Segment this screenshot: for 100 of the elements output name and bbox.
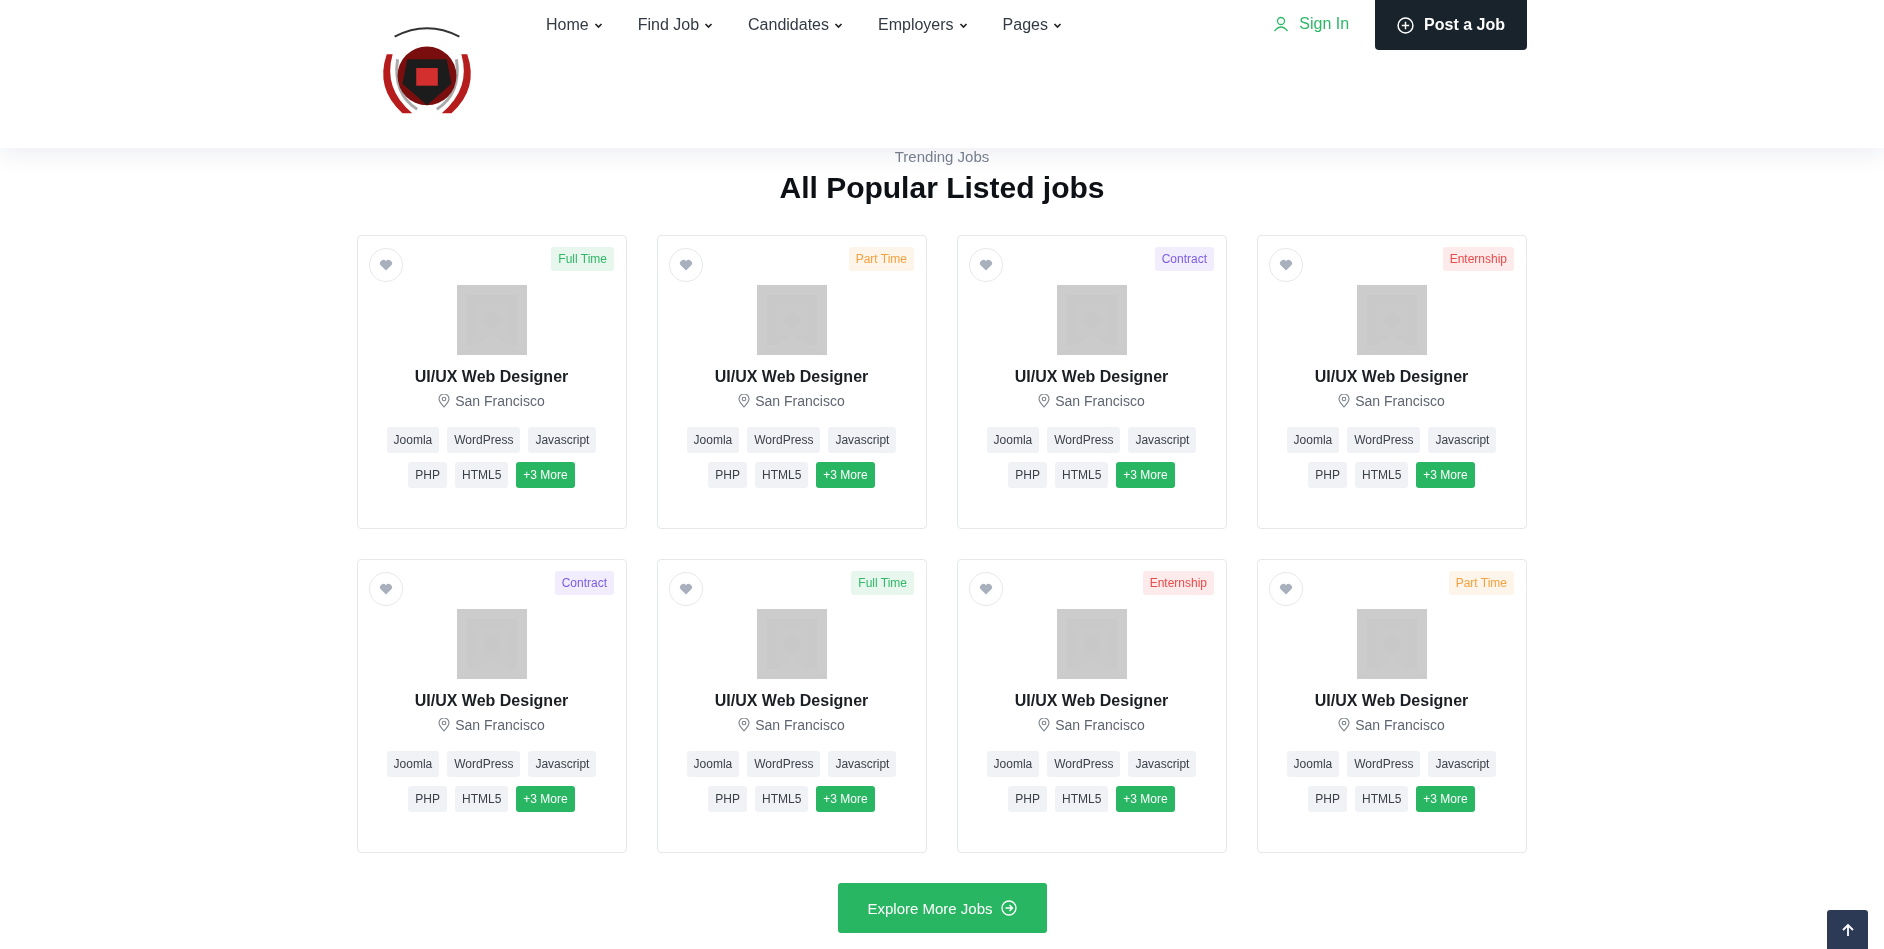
- job-type-badge: Full Time: [851, 571, 914, 595]
- job-type-badge: Part Time: [1448, 571, 1514, 595]
- heart-icon: [1279, 259, 1293, 271]
- heart-icon: [379, 259, 393, 271]
- skill-tag: PHP: [408, 786, 447, 812]
- skill-tag: Joomla: [386, 751, 440, 777]
- skill-tag: HTML5: [1355, 786, 1409, 812]
- skill-tag: WordPress: [1347, 427, 1421, 453]
- nav-link[interactable]: Candidates: [748, 16, 843, 34]
- arrow-right-circle-icon: [1000, 900, 1017, 916]
- skill-tag: WordPress: [447, 751, 521, 777]
- job-location: San Francisco: [1055, 717, 1145, 733]
- favorite-button[interactable]: [369, 248, 403, 282]
- skill-tag: Joomla: [386, 427, 440, 453]
- back-to-top-button[interactable]: [1827, 910, 1868, 949]
- skill-tag: Joomla: [986, 427, 1040, 453]
- skill-tag: WordPress: [747, 751, 821, 777]
- job-title[interactable]: UI/UX Web Designer: [1314, 368, 1469, 386]
- job-title[interactable]: UI/UX Web Designer: [414, 692, 569, 710]
- nav-link[interactable]: Employers: [878, 16, 968, 34]
- skill-tag: Javascript: [528, 751, 597, 777]
- heart-icon: [679, 583, 693, 595]
- favorite-button[interactable]: [969, 248, 1003, 282]
- skill-tag: Joomla: [686, 751, 740, 777]
- location-pin-icon: [738, 718, 751, 732]
- job-type-badge: Full Time: [551, 247, 614, 271]
- location-pin-icon: [1038, 394, 1051, 408]
- skill-tag: PHP: [708, 786, 747, 812]
- job-type-badge: Enternship: [1442, 247, 1514, 271]
- location-pin-icon: [438, 394, 451, 408]
- heart-icon: [379, 583, 393, 595]
- skill-tag: Javascript: [828, 751, 897, 777]
- job-title[interactable]: UI/UX Web Designer: [714, 692, 869, 710]
- job-title[interactable]: UI/UX Web Designer: [414, 368, 569, 386]
- location-pin-icon: [1338, 718, 1351, 732]
- job-location: San Francisco: [1355, 717, 1445, 733]
- location-pin-icon: [1038, 718, 1051, 732]
- nav-link[interactable]: Find Job: [637, 16, 714, 34]
- skill-tag: HTML5: [1355, 462, 1409, 488]
- heart-icon: [1279, 583, 1293, 595]
- job-location: San Francisco: [455, 393, 545, 409]
- job-type-badge: Contract: [554, 571, 614, 595]
- section-title: All Popular Listed jobs: [779, 171, 1105, 205]
- job-title[interactable]: UI/UX Web Designer: [714, 368, 869, 386]
- favorite-button[interactable]: [669, 248, 703, 282]
- skill-tag: HTML5: [755, 462, 809, 488]
- job-location: San Francisco: [755, 393, 845, 409]
- favorite-button[interactable]: [369, 572, 403, 606]
- skill-tag: Joomla: [686, 427, 740, 453]
- skill-tag: Javascript: [1128, 427, 1197, 453]
- skill-tag: Javascript: [1428, 751, 1497, 777]
- location-pin-icon: [438, 718, 451, 732]
- skill-tag: Javascript: [1428, 427, 1497, 453]
- skill-tag: Joomla: [1286, 427, 1340, 453]
- user-icon: [1273, 16, 1290, 32]
- nav-link[interactable]: Home: [546, 16, 603, 34]
- skill-tag: PHP: [408, 462, 447, 488]
- favorite-button[interactable]: [969, 572, 1003, 606]
- favorite-button[interactable]: [669, 572, 703, 606]
- job-location: San Francisco: [1055, 393, 1145, 409]
- location-pin-icon: [1338, 394, 1351, 408]
- skill-tag: Javascript: [828, 427, 897, 453]
- skill-tag: Joomla: [986, 751, 1040, 777]
- skill-tag: HTML5: [455, 786, 509, 812]
- job-type-badge: Enternship: [1142, 571, 1214, 595]
- favorite-button[interactable]: [1269, 572, 1303, 606]
- skill-tag: PHP: [1008, 786, 1047, 812]
- skill-tag: PHP: [1008, 462, 1047, 488]
- job-type-badge: Part Time: [848, 247, 914, 271]
- skill-tag: WordPress: [447, 427, 521, 453]
- skill-tag: HTML5: [755, 786, 809, 812]
- skill-tag: WordPress: [1047, 751, 1121, 777]
- nav-link[interactable]: Pages: [1002, 16, 1062, 34]
- heart-icon: [979, 583, 993, 595]
- skill-tag: Javascript: [1128, 751, 1197, 777]
- job-title[interactable]: UI/UX Web Designer: [1014, 368, 1169, 386]
- job-location: San Francisco: [1355, 393, 1445, 409]
- job-title[interactable]: UI/UX Web Designer: [1014, 692, 1169, 710]
- job-location: San Francisco: [755, 717, 845, 733]
- post-job-button[interactable]: Post a Job: [1375, 0, 1527, 50]
- skill-tag: PHP: [1308, 786, 1347, 812]
- skill-tag: WordPress: [1047, 427, 1121, 453]
- favorite-button[interactable]: [1269, 248, 1303, 282]
- heart-icon: [679, 259, 693, 271]
- skill-tag: Joomla: [1286, 751, 1340, 777]
- skill-tag: PHP: [708, 462, 747, 488]
- job-location: San Francisco: [455, 717, 545, 733]
- plus-circle-icon: [1397, 16, 1415, 34]
- heart-icon: [979, 259, 993, 271]
- job-type-badge: Contract: [1154, 247, 1214, 271]
- section-subtitle: Trending Jobs: [894, 148, 990, 165]
- skill-tag: WordPress: [747, 427, 821, 453]
- location-pin-icon: [738, 394, 751, 408]
- skill-tag: PHP: [1308, 462, 1347, 488]
- job-title[interactable]: UI/UX Web Designer: [1314, 692, 1469, 710]
- skill-tag: HTML5: [1055, 462, 1109, 488]
- skill-tag: HTML5: [1055, 786, 1109, 812]
- skill-tag: HTML5: [455, 462, 509, 488]
- skill-tag: WordPress: [1347, 751, 1421, 777]
- skill-tag: Javascript: [528, 427, 597, 453]
